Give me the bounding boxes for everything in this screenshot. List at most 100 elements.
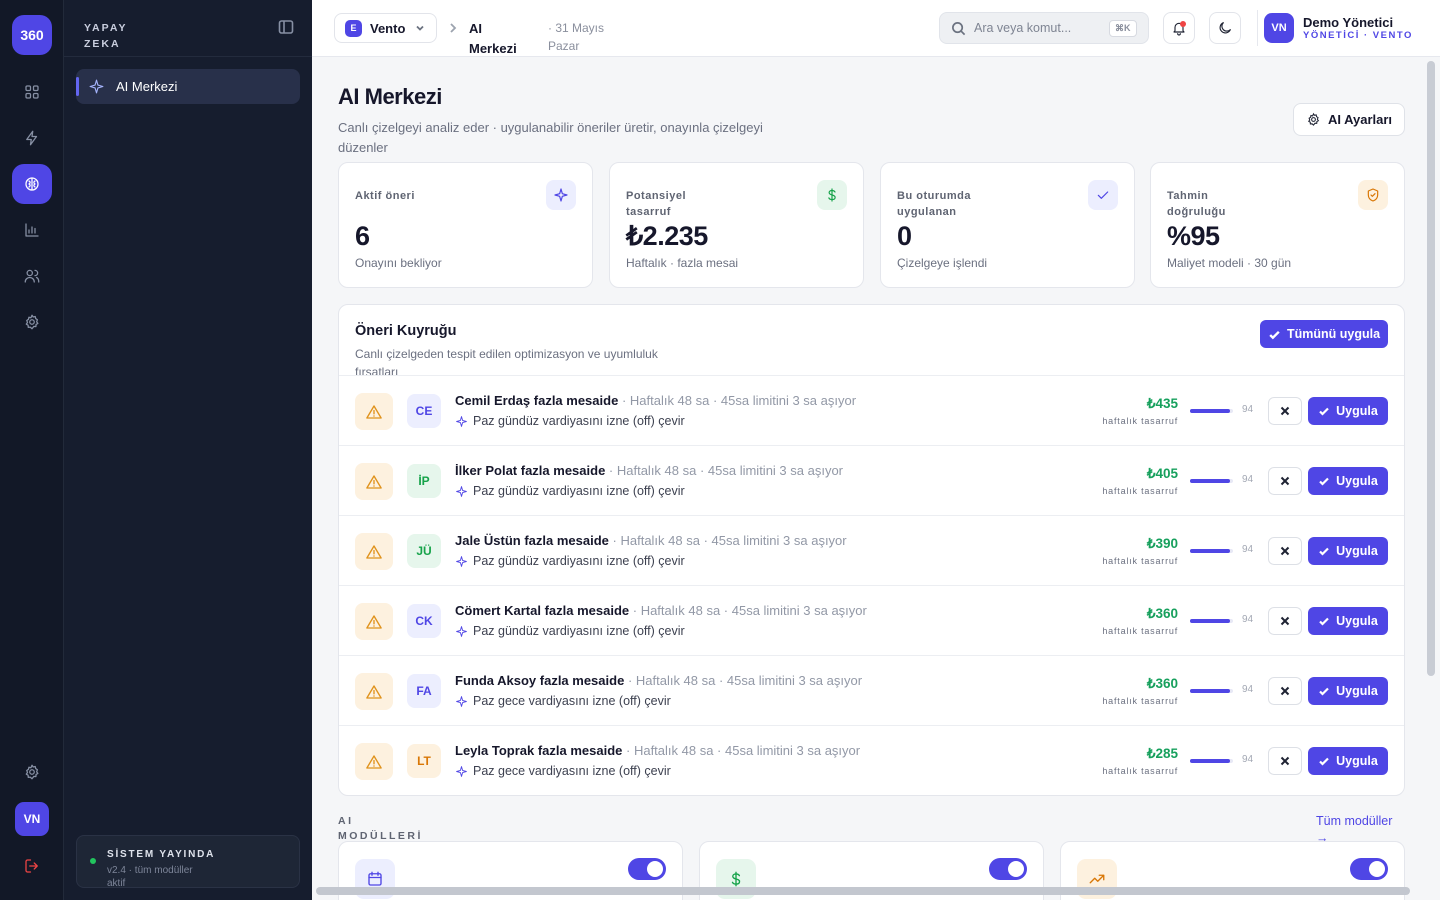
dashboard-nav-button[interactable] (12, 72, 52, 112)
vertical-scrollbar[interactable] (1427, 61, 1435, 676)
reject-button[interactable] (1268, 677, 1302, 705)
search-input[interactable] (974, 21, 1109, 35)
reports-nav-button[interactable] (12, 210, 52, 250)
rail-avatar[interactable]: VN (15, 802, 49, 836)
confidence-bar (1190, 479, 1233, 483)
calendar-icon (368, 871, 382, 886)
people-nav-button[interactable] (12, 256, 52, 296)
warning-icon (366, 544, 382, 559)
top-bar: E Vento AI Merkezi · 31 Mayıs Pazar ⌘K V… (312, 0, 1440, 57)
suggestion-title-line: Cömert Kartal fazla mesaide · Haftalık 4… (455, 603, 867, 618)
savings-label: haftalık tasarruf (1102, 696, 1178, 706)
bolt-icon (26, 130, 38, 146)
apply-button[interactable]: Uygula (1308, 747, 1388, 775)
savings-label: haftalık tasarruf (1102, 626, 1178, 636)
close-icon (1280, 616, 1290, 626)
reject-button[interactable] (1268, 607, 1302, 635)
suggestion-action-text: Paz gündüz vardiyasını izne (off) çevir (473, 554, 685, 568)
ai-settings-button[interactable]: AI Ayarları (1293, 103, 1405, 136)
reject-button[interactable] (1268, 397, 1302, 425)
stat-card-forecast-accuracy: Tahmin doğruluğu %95 Maliyet modeli · 30… (1150, 162, 1405, 288)
collapse-panel-button[interactable] (278, 19, 294, 35)
apply-button[interactable]: Uygula (1308, 467, 1388, 495)
suggestion-title: Cömert Kartal fazla mesaide (455, 603, 630, 618)
gear-icon (25, 314, 39, 330)
suggestion-title: Funda Aksoy fazla mesaide (455, 673, 625, 688)
apply-label: Uygula (1336, 614, 1378, 628)
apply-all-button[interactable]: Tümünü uygula (1260, 320, 1388, 348)
module-toggle[interactable] (989, 858, 1027, 880)
stat-icon-box (1088, 180, 1118, 210)
theme-toggle-button[interactable] (1209, 12, 1241, 44)
system-status-card: SİSTEM YAYINDA v2.4 · tüm modüller aktif (76, 835, 300, 889)
module-toggle[interactable] (628, 858, 666, 880)
confidence-fill (1190, 759, 1231, 763)
reject-button[interactable] (1268, 537, 1302, 565)
close-icon (1280, 406, 1290, 416)
check-icon (1319, 547, 1329, 556)
apply-button[interactable]: Uygula (1308, 537, 1388, 565)
workspace-badge: E (345, 19, 362, 37)
command-search[interactable]: ⌘K (939, 12, 1149, 44)
user-name[interactable]: Demo Yönetici (1303, 15, 1393, 30)
stat-card-active-suggestions: Aktif öneri 6 Onayını bekliyor (338, 162, 593, 288)
apply-all-label: Tümünü uygula (1286, 327, 1381, 341)
suggestion-title-line: Funda Aksoy fazla mesaide · Haftalık 48 … (455, 673, 862, 688)
suggestion-title-line: Leyla Toprak fazla mesaide · Haftalık 48… (455, 743, 860, 758)
queue-title: Öneri Kuyruğu (355, 323, 457, 339)
bar-chart-icon (25, 223, 39, 237)
gear-icon (1307, 112, 1320, 126)
close-icon (1280, 686, 1290, 696)
nav-item-ai-center[interactable]: AI Merkezi (76, 69, 300, 104)
warning-icon (366, 684, 382, 699)
check-icon (1097, 191, 1109, 199)
confidence-bar (1190, 689, 1233, 693)
employee-initials: FA (407, 674, 441, 708)
confidence-bar (1190, 549, 1233, 553)
savings-label: haftalık tasarruf (1102, 556, 1178, 566)
suggestion-title: Cemil Erdaş fazla mesaide (455, 393, 619, 408)
apply-button[interactable]: Uygula (1308, 607, 1388, 635)
module-toggle[interactable] (1350, 858, 1388, 880)
config-nav-button[interactable] (12, 302, 52, 342)
savings-amount: ₺435 (1146, 396, 1178, 411)
workspace-switcher[interactable]: E Vento (334, 13, 437, 43)
page-title: AI Merkezi (338, 84, 442, 109)
suggestion-action: Paz gece vardiyasını izne (off) çevir (455, 764, 671, 778)
divider (1257, 10, 1258, 46)
grid-icon (25, 85, 39, 99)
stat-icon-box (817, 180, 847, 210)
suggestion-title-line: Jale Üstün fazla mesaide · Haftalık 48 s… (455, 533, 847, 548)
suggestion-action-text: Paz gündüz vardiyasını izne (off) çevir (473, 414, 685, 428)
confidence-fill (1190, 479, 1231, 483)
gear-icon (25, 764, 39, 780)
employee-initials: CK (407, 604, 441, 638)
reject-button[interactable] (1268, 467, 1302, 495)
warning-badge (355, 393, 393, 430)
user-avatar[interactable]: VN (1264, 13, 1294, 43)
app-logo[interactable]: 360 (12, 15, 52, 55)
warning-badge (355, 463, 393, 500)
suggestion-detail: · Haftalık 48 sa · 45sa limitini 3 sa aş… (632, 603, 867, 618)
users-icon (24, 269, 40, 283)
savings-amount: ₺390 (1146, 536, 1178, 551)
apply-label: Uygula (1336, 474, 1378, 488)
sparkle-icon (456, 555, 467, 567)
horizontal-scrollbar[interactable] (316, 887, 1410, 895)
dollar-icon (731, 871, 741, 887)
search-icon (952, 21, 966, 35)
stat-icon-box (546, 180, 576, 210)
suggestion-detail: · Haftalık 48 sa · 45sa limitini 3 sa aş… (608, 463, 844, 478)
logout-button[interactable] (12, 846, 52, 886)
settings-button[interactable] (12, 752, 52, 792)
apply-button[interactable]: Uygula (1308, 677, 1388, 705)
employee-initials: LT (407, 744, 441, 778)
apply-button[interactable]: Uygula (1308, 397, 1388, 425)
stat-hint: Haftalık · fazla mesai (626, 256, 739, 270)
reject-button[interactable] (1268, 747, 1302, 775)
notifications-button[interactable] (1163, 12, 1195, 44)
automation-nav-button[interactable] (12, 118, 52, 158)
check-icon (1319, 687, 1329, 696)
shortcut-badge: ⌘K (1109, 19, 1137, 37)
ai-nav-button[interactable] (12, 164, 52, 204)
